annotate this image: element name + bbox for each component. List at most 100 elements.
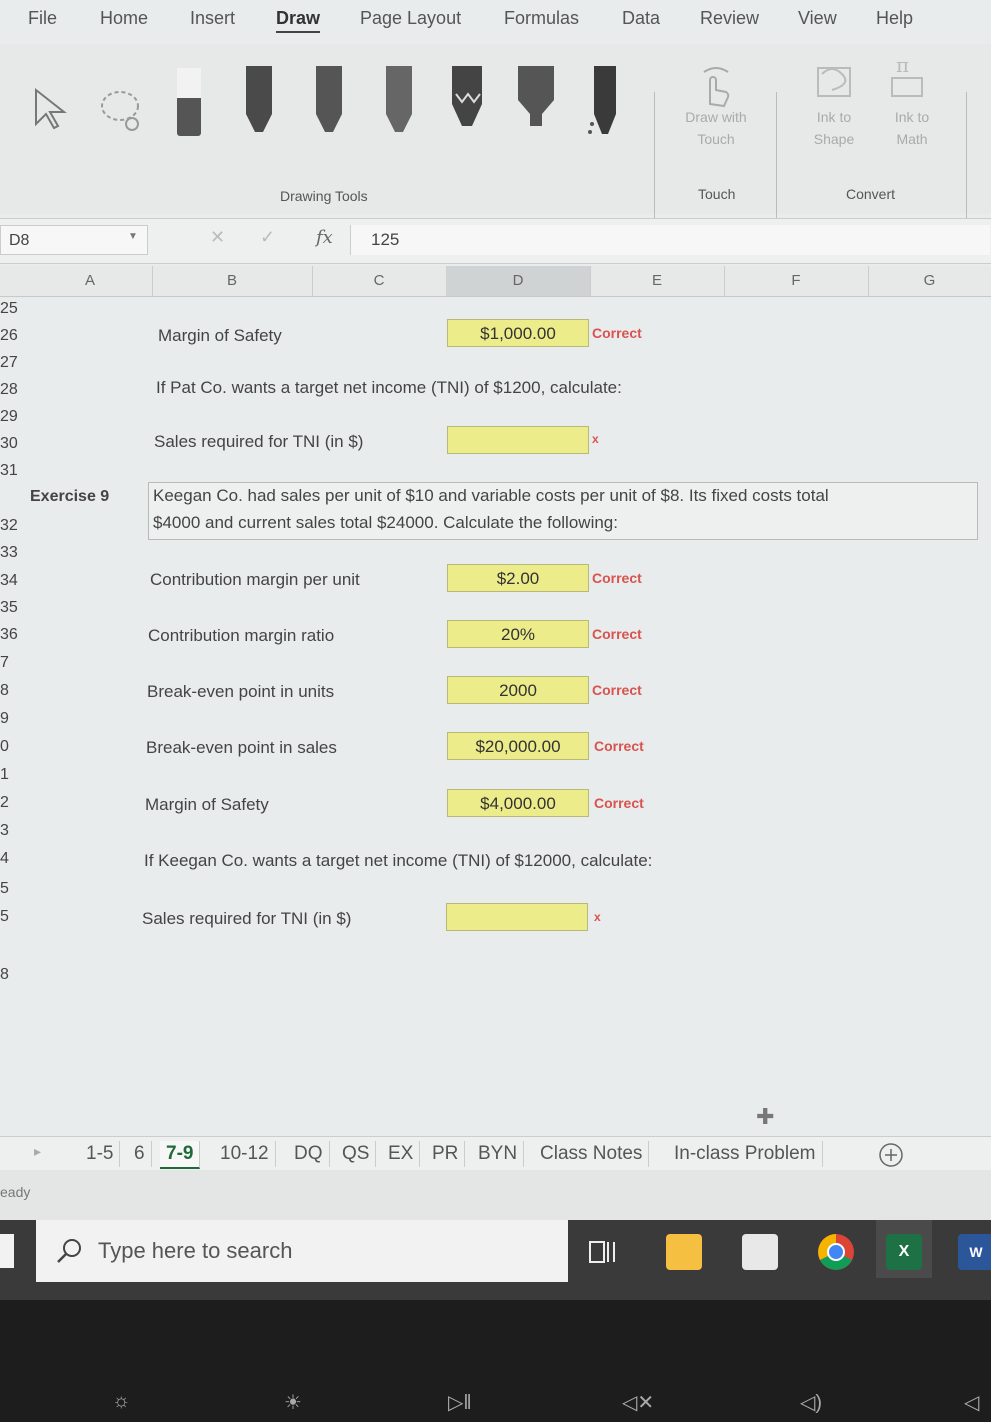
row-header[interactable]: 1	[0, 766, 26, 784]
row-header[interactable]: 5	[0, 908, 26, 926]
cm-per-unit-cell[interactable]: $2.00	[447, 564, 589, 592]
exercise-text-line-1: Keegan Co. had sales per unit of $10 and…	[153, 486, 829, 505]
sheet-tab[interactable]: 1-5	[80, 1141, 121, 1167]
excel-icon[interactable]: X	[886, 1234, 922, 1270]
sheet-tab[interactable]: EX	[382, 1141, 421, 1167]
ink-to-math-button[interactable]: Ink to Math	[884, 106, 940, 150]
margin-of-safety-label: Margin of Safety	[158, 326, 282, 345]
row-header[interactable]: 31	[0, 462, 26, 480]
sheet-tab[interactable]: PR	[426, 1141, 466, 1167]
row-header[interactable]: 8	[0, 966, 26, 984]
tab-view[interactable]: View	[798, 8, 837, 29]
cm-per-unit-label: Contribution margin per unit	[150, 570, 360, 589]
margin-of-safety-cell[interactable]: $1,000.00	[447, 319, 589, 347]
row-header[interactable]: 9	[0, 710, 26, 728]
ink-to-shape-button[interactable]: Ink to Shape	[806, 106, 862, 150]
row-header[interactable]: 33	[0, 544, 26, 562]
pencil-icon[interactable]	[450, 64, 484, 140]
column-header-a[interactable]: A	[28, 266, 153, 296]
keegan-sales-tni-cell[interactable]	[446, 903, 588, 931]
sheet-tab[interactable]: Class Notes	[534, 1141, 650, 1167]
row-header[interactable]: 0	[0, 738, 26, 756]
row-header[interactable]: 27	[0, 354, 26, 372]
tab-page-layout[interactable]: Page Layout	[360, 8, 461, 29]
sheet-tab[interactable]: DQ	[288, 1141, 330, 1167]
ribbon-tabs: File Home Insert Draw Page Layout Formul…	[0, 0, 991, 44]
taskbar-search[interactable]: Type here to search	[36, 1220, 568, 1282]
add-sheet-icon[interactable]	[878, 1142, 904, 1168]
row-header[interactable]: 7	[0, 654, 26, 672]
row-header[interactable]: 5	[0, 880, 26, 898]
column-header-f[interactable]: F	[724, 266, 869, 296]
tab-draw[interactable]: Draw	[276, 8, 321, 33]
column-header-c[interactable]: C	[312, 266, 447, 296]
draw-with-touch-button[interactable]: Draw with Touch	[674, 106, 758, 150]
column-header-g[interactable]: G	[868, 266, 991, 296]
ink-to-shape-icon[interactable]	[812, 58, 856, 104]
row-header[interactable]: 32	[0, 517, 26, 535]
bep-sales-label: Break-even point in sales	[146, 738, 337, 757]
sheet-tab-active[interactable]: 7-9	[160, 1141, 201, 1169]
eraser-icon[interactable]	[174, 64, 204, 140]
row-header[interactable]: 36	[0, 626, 26, 644]
sheet-tab[interactable]: QS	[336, 1141, 377, 1167]
pat-sales-tni-label: Sales required for TNI (in $)	[154, 432, 364, 451]
row-header[interactable]: 8	[0, 682, 26, 700]
row-header[interactable]: 30	[0, 435, 26, 453]
enter-check-icon[interactable]: ✓	[260, 227, 275, 248]
chrome-icon[interactable]	[816, 1232, 856, 1272]
status-incorrect: x	[592, 432, 599, 446]
row-header[interactable]: 25	[0, 300, 26, 318]
sheet-tabs-bar: ▸ 1-5 6 7-9 10-12 DQ QS EX PR BYN Class …	[0, 1136, 991, 1171]
select-pointer-icon[interactable]	[30, 84, 70, 134]
cancel-icon[interactable]: ✕	[210, 227, 225, 248]
tab-help[interactable]: Help	[876, 8, 913, 29]
column-header-e[interactable]: E	[590, 266, 725, 296]
lasso-select-icon[interactable]	[96, 84, 156, 134]
tab-review[interactable]: Review	[700, 8, 759, 29]
row-header[interactable]: 35	[0, 599, 26, 617]
pen-black-icon[interactable]	[244, 64, 274, 140]
pat-sales-tni-cell[interactable]	[447, 426, 589, 454]
cm-ratio-label: Contribution margin ratio	[148, 626, 335, 645]
sheet-tab[interactable]: BYN	[472, 1141, 525, 1167]
draw-with-touch-icon[interactable]	[698, 64, 734, 110]
row-header[interactable]: 29	[0, 408, 26, 426]
row-header[interactable]: 4	[0, 850, 26, 868]
bep-units-cell[interactable]: 2000	[447, 676, 589, 704]
file-explorer-icon[interactable]	[666, 1234, 702, 1270]
action-pen-icon[interactable]	[586, 64, 622, 144]
bep-sales-cell[interactable]: $20,000.00	[447, 732, 589, 760]
row-header[interactable]: 34	[0, 572, 26, 590]
formula-input[interactable]: 125	[350, 225, 990, 255]
row-header[interactable]: 28	[0, 381, 26, 399]
sheet-tab[interactable]: 10-12	[214, 1141, 276, 1167]
pen-dark-icon[interactable]	[314, 64, 344, 140]
word-icon[interactable]: W	[958, 1234, 991, 1270]
row-header[interactable]: 26	[0, 327, 26, 345]
sheet-tab[interactable]: 6	[128, 1141, 152, 1167]
column-header-d[interactable]: D	[446, 266, 591, 296]
highlighter-icon[interactable]	[516, 64, 556, 140]
scroll-sheets-icon[interactable]: ▸	[34, 1143, 41, 1160]
name-box-dropdown-icon[interactable]: ▼	[128, 231, 138, 242]
tab-data[interactable]: Data	[622, 8, 660, 29]
insert-function-icon[interactable]: fx	[316, 227, 333, 248]
name-box[interactable]: D8	[0, 225, 148, 255]
sheet-tab[interactable]: In-class Problem	[668, 1141, 823, 1167]
tab-file[interactable]: File	[28, 8, 57, 29]
cm-ratio-cell[interactable]: 20%	[447, 620, 589, 648]
ink-to-math-icon[interactable]: π	[886, 54, 930, 104]
start-button[interactable]	[0, 1234, 14, 1268]
row-header[interactable]: 2	[0, 794, 26, 812]
store-icon[interactable]	[742, 1234, 778, 1270]
tab-insert[interactable]: Insert	[190, 8, 235, 29]
tab-home[interactable]: Home	[100, 8, 148, 29]
pen-gray-icon[interactable]	[384, 64, 414, 140]
margin-of-safety-cell[interactable]: $4,000.00	[447, 789, 589, 817]
task-view-icon[interactable]	[586, 1236, 622, 1270]
column-header-b[interactable]: B	[152, 266, 313, 296]
tab-formulas[interactable]: Formulas	[504, 8, 579, 29]
keegan-tni-prompt: If Keegan Co. wants a target net income …	[144, 851, 653, 870]
row-header[interactable]: 3	[0, 822, 26, 840]
